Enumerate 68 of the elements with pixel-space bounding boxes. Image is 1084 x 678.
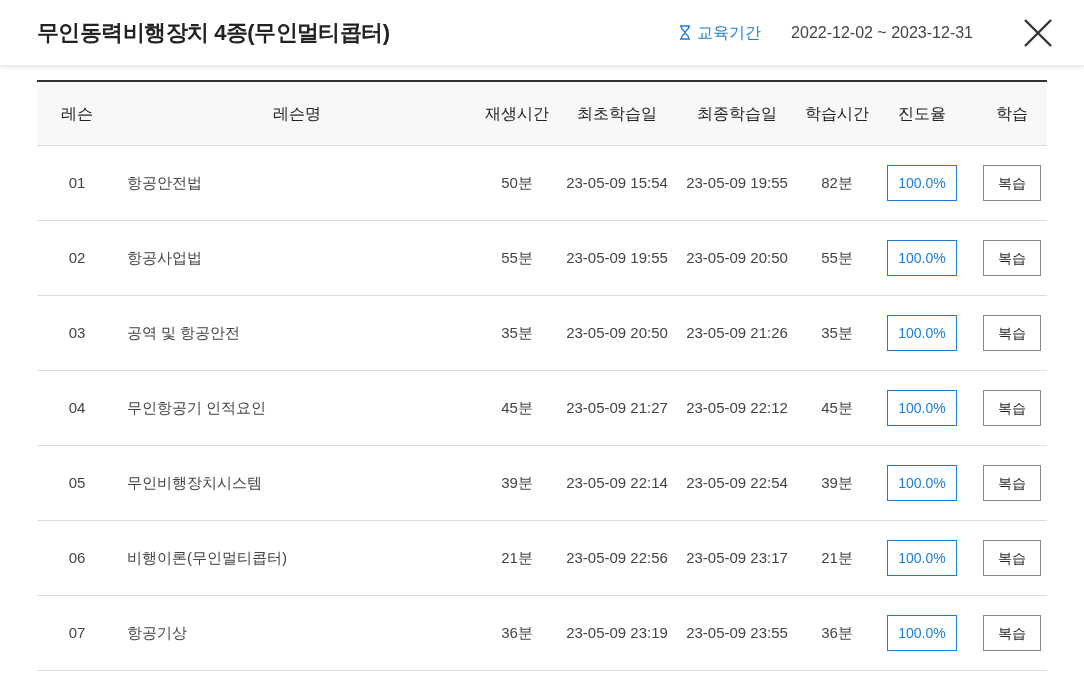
- column-header: 학습시간: [804, 103, 870, 124]
- progress-badge: 100.0%: [887, 390, 957, 426]
- study-time: 21분: [820, 547, 854, 568]
- review-button[interactable]: 복습: [983, 540, 1041, 576]
- column-header: 최초학습일: [576, 103, 658, 124]
- lesson-number: 02: [67, 247, 87, 268]
- play-time: 45분: [500, 397, 534, 418]
- lesson-name: 항공사업법: [126, 247, 203, 268]
- lesson-name: 비행이론(무인멀티콥터): [126, 547, 288, 568]
- review-button[interactable]: 복습: [983, 315, 1041, 351]
- lesson-name: 공역 및 항공안전: [126, 322, 242, 343]
- progress-badge: 100.0%: [887, 615, 957, 651]
- period-dates: 2022-12-02 ~ 2023-12-31: [791, 22, 973, 43]
- first-study-date: 23-05-09 19:55: [565, 247, 669, 268]
- lesson-number: 03: [67, 322, 87, 343]
- play-time: 55분: [500, 247, 534, 268]
- study-time: 55분: [820, 247, 854, 268]
- lesson-number: 04: [67, 397, 87, 418]
- study-time: 82분: [820, 172, 854, 193]
- lesson-name: 무인항공기 인적요인: [126, 397, 268, 418]
- study-time: 36분: [820, 622, 854, 643]
- column-header: 학습: [995, 103, 1029, 124]
- last-study-date: 23-05-09 23:55: [685, 622, 789, 643]
- hourglass-icon: [679, 25, 692, 40]
- lesson-number: 06: [67, 547, 87, 568]
- first-study-date: 23-05-09 20:50: [565, 322, 669, 343]
- first-study-date: 23-05-09 23:19: [565, 622, 669, 643]
- progress-badge: 100.0%: [887, 240, 957, 276]
- column-header: 레슨명: [272, 103, 322, 124]
- progress-badge: 100.0%: [887, 540, 957, 576]
- progress-badge: 100.0%: [887, 165, 957, 201]
- lesson-name: 항공기상: [126, 622, 188, 643]
- play-time: 50분: [500, 172, 534, 193]
- column-header: 진도율: [897, 103, 947, 124]
- last-study-date: 23-05-09 22:12: [685, 397, 789, 418]
- progress-badge: 100.0%: [887, 465, 957, 501]
- first-study-date: 23-05-09 22:56: [565, 547, 669, 568]
- study-time: 39분: [820, 472, 854, 493]
- last-study-date: 23-05-09 19:55: [685, 172, 789, 193]
- last-study-date: 23-05-09 21:26: [685, 322, 789, 343]
- column-header: 레슨: [60, 103, 94, 124]
- last-study-date: 23-05-09 23:17: [685, 547, 789, 568]
- first-study-date: 23-05-09 21:27: [565, 397, 669, 418]
- course-title: 무인동력비행장치 4종(무인멀티콥터): [37, 19, 390, 47]
- last-study-date: 23-05-09 20:50: [685, 247, 789, 268]
- lesson-name: 항공안전법: [126, 172, 203, 193]
- last-study-date: 23-05-09 22:54: [685, 472, 789, 493]
- review-button[interactable]: 복습: [983, 390, 1041, 426]
- lesson-number: 01: [67, 172, 87, 193]
- first-study-date: 23-05-09 22:14: [565, 472, 669, 493]
- review-button[interactable]: 복습: [983, 240, 1041, 276]
- column-header: 재생시간: [484, 103, 550, 124]
- play-time: 35분: [500, 322, 534, 343]
- play-time: 39분: [500, 472, 534, 493]
- progress-badge: 100.0%: [887, 315, 957, 351]
- first-study-date: 23-05-09 15:54: [565, 172, 669, 193]
- column-header: 최종학습일: [696, 103, 778, 124]
- study-time: 45분: [820, 397, 854, 418]
- review-button[interactable]: 복습: [983, 615, 1041, 651]
- study-time: 35분: [820, 322, 854, 343]
- lesson-number: 07: [67, 622, 87, 643]
- review-button[interactable]: 복습: [983, 165, 1041, 201]
- lesson-number: 05: [67, 472, 87, 493]
- lesson-name: 무인비행장치시스템: [126, 472, 263, 493]
- review-button[interactable]: 복습: [983, 465, 1041, 501]
- play-time: 36분: [500, 622, 534, 643]
- period-label: 교육기간: [697, 22, 762, 43]
- play-time: 21분: [500, 547, 534, 568]
